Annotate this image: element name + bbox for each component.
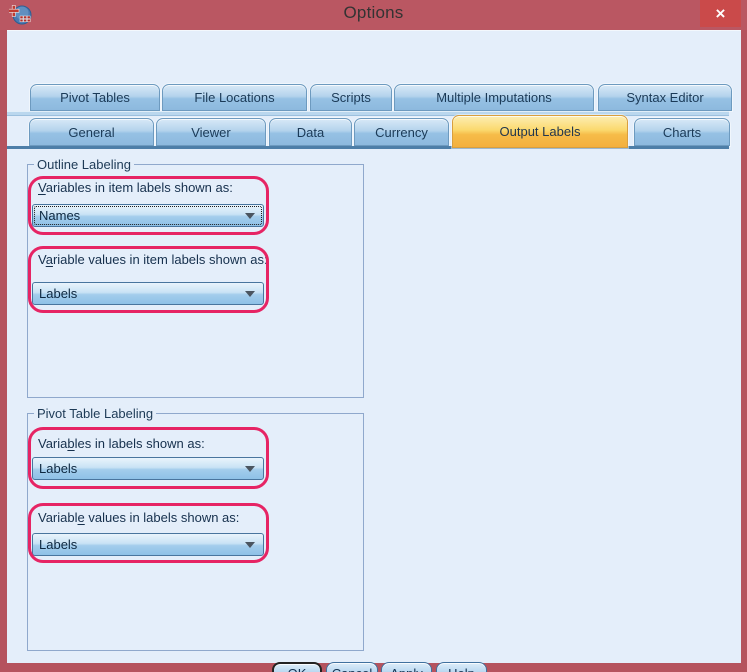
tab-syntax-editor[interactable]: Syntax Editor: [598, 84, 732, 111]
tab-output-labels[interactable]: Output Labels: [452, 115, 628, 148]
dialog-content: Pivot Tables File Locations Scripts Mult…: [7, 30, 741, 663]
dropdown-arrow-icon: [245, 542, 255, 548]
options-dialog-window: Options × Pivot Tables File Locations Sc…: [0, 0, 747, 672]
title-bar: Options ×: [0, 0, 747, 30]
tab-general[interactable]: General: [29, 118, 154, 146]
apply-button[interactable]: Apply: [381, 662, 432, 672]
tab-scripts[interactable]: Scripts: [310, 84, 392, 111]
group-legend: Pivot Table Labeling: [34, 406, 156, 421]
tab-file-locations[interactable]: File Locations: [162, 84, 307, 111]
dropdown-arrow-icon: [245, 213, 255, 219]
tab-pivot-tables[interactable]: Pivot Tables: [30, 84, 160, 111]
label-variable-values-in-labels: Variable values in labels shown as:: [38, 510, 239, 525]
tab-charts[interactable]: Charts: [634, 118, 730, 146]
cancel-button[interactable]: Cancel: [326, 662, 378, 672]
dropdown-selected-value: Names: [39, 205, 80, 226]
label-variable-values-in-item-labels: Variable values in item labels shown as:: [38, 252, 268, 267]
help-button[interactable]: Help: [436, 662, 487, 672]
window-title: Options: [0, 3, 747, 23]
close-icon: ×: [716, 5, 726, 22]
dropdown-variable-values-in-labels[interactable]: Labels: [32, 533, 264, 556]
group-outline-labeling: Outline Labeling: [27, 164, 364, 398]
dropdown-variables-in-item-labels[interactable]: Names: [32, 204, 264, 227]
tab-data[interactable]: Data: [269, 118, 352, 146]
tab-currency[interactable]: Currency: [354, 118, 449, 146]
dropdown-variable-values-in-item-labels[interactable]: Labels: [32, 282, 264, 305]
label-variables-in-item-labels: Variables in item labels shown as:: [38, 180, 233, 195]
close-button[interactable]: ×: [700, 0, 741, 27]
dropdown-arrow-icon: [245, 466, 255, 472]
tab-viewer[interactable]: Viewer: [156, 118, 266, 146]
dropdown-selected-value: Labels: [39, 534, 77, 555]
ok-button[interactable]: OK: [272, 662, 322, 672]
tab-multiple-imputations[interactable]: Multiple Imputations: [394, 84, 594, 111]
label-variables-in-labels: Variables in labels shown as:: [38, 436, 205, 451]
group-legend: Outline Labeling: [34, 157, 134, 172]
dropdown-selected-value: Labels: [39, 283, 77, 304]
dropdown-variables-in-labels[interactable]: Labels: [32, 457, 264, 480]
dropdown-arrow-icon: [245, 291, 255, 297]
dropdown-selected-value: Labels: [39, 458, 77, 479]
